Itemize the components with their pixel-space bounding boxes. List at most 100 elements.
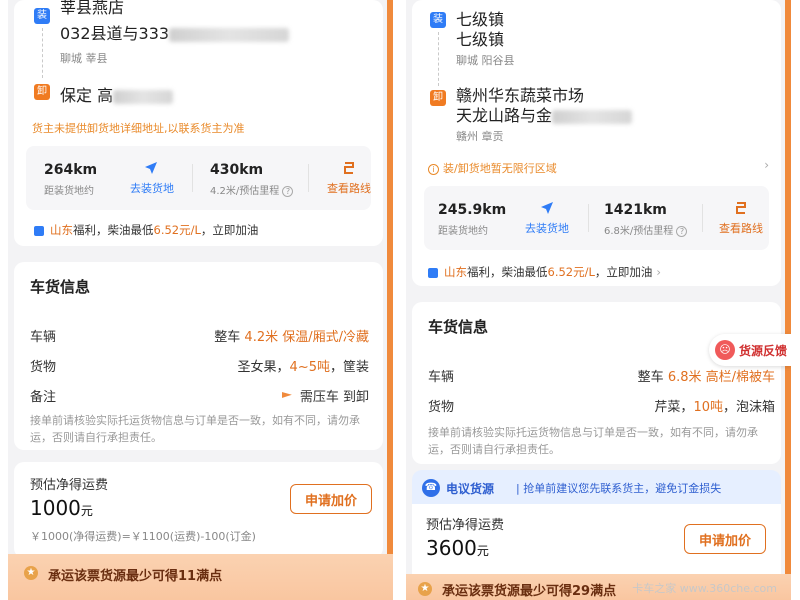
blurred-address — [169, 27, 290, 42]
fuel-promo[interactable]: 山东福利，柴油最低6.52元/L，立即加油 — [34, 222, 258, 238]
fuel-icon — [428, 267, 438, 278]
vehicle-value: 整车 6.8米 高栏/棉被车 — [638, 366, 775, 385]
goods-weight: 4~5吨 — [289, 360, 330, 375]
promo-text: 福利，柴油最低 — [467, 265, 548, 279]
reward-text: 承运该票货源最少可得29满点 — [442, 584, 617, 599]
watermark: 卡车之家 www.360che.com — [632, 582, 777, 595]
navigate-icon — [144, 160, 158, 179]
remark-value: 需压车 到卸 — [281, 386, 369, 405]
divider — [702, 204, 703, 232]
unload-tag-icon: 卸 — [430, 90, 446, 106]
check-notice: 接单前请核验实际托运货物信息与订单是否一致，如有不同，请勿承运，否则请自行承担责… — [30, 414, 360, 444]
price-value: 3600元 — [426, 536, 489, 560]
vehicle-label: 车辆 — [428, 370, 455, 385]
apply-raise-button[interactable]: 申请加价 — [684, 524, 766, 554]
unload-tag-icon: 卸 — [34, 84, 50, 100]
remark-label: 备注 — [30, 390, 57, 405]
total-distance-value: 1421km — [604, 202, 667, 218]
price-formula: ￥1000(净得运费)=￥1100(运费)-100(订金) — [30, 530, 256, 543]
total-distance-label: 4.2米/预估里程 ? — [210, 182, 294, 197]
route-icon — [342, 160, 356, 179]
promo-region: 山东 — [444, 265, 467, 279]
go-to-load-button[interactable]: 去装货地 — [124, 180, 180, 196]
unload-notice: 货主未提供卸货地详细地址,以联系货主为准 — [32, 122, 245, 135]
promo-price: 6.52元/L — [153, 223, 201, 237]
unload-address-text: 保定 高 — [60, 86, 114, 105]
reward-text: 承运该票货源最少可得11满点 — [48, 569, 223, 584]
star-icon: ★ — [24, 566, 38, 580]
vehicle-spec: 4.2米 保温/厢式/冷藏 — [244, 330, 369, 345]
blurred-address — [552, 109, 633, 124]
goods-packaging: ，泡沫箱 — [722, 400, 775, 415]
goods-packaging: ，筐装 — [329, 360, 369, 375]
total-distance-text: 4.2米/预估里程 — [210, 186, 280, 197]
total-distance-value: 430km — [210, 162, 264, 178]
view-route-button[interactable]: 查看路线 — [322, 180, 376, 196]
unload-address-text: 天龙山路与金 — [456, 106, 553, 125]
promo-action: ，立即加油 — [594, 265, 653, 279]
promo-region: 山东 — [50, 223, 73, 237]
load-region: 聊城 阳谷县 — [456, 54, 515, 67]
help-icon[interactable]: ? — [676, 226, 688, 237]
load-address-text: 032县道与333 — [60, 24, 170, 43]
left-screenshot-panel: 装 莘县燕店 032县道与333 聊城 莘县 卸 保定 高 货主未提供卸货地详细… — [8, 0, 393, 600]
total-distance-text: 6.8米/预估里程 — [604, 226, 674, 237]
info-icon: i — [428, 163, 439, 175]
distance-label: 距装货地约 — [438, 226, 488, 237]
distance-value: 264km — [44, 162, 98, 178]
reward-bar[interactable]: ★ 承运该票货源最少可得11满点 — [8, 554, 393, 600]
banner-text: | 抢单前建议您先联系货主，避免订金损失 — [516, 482, 722, 495]
restrict-notice[interactable]: i 装/卸货地暂无限行区域 — [428, 160, 557, 176]
promo-action: ，立即加油 — [200, 223, 259, 237]
edge-stripe — [785, 0, 791, 600]
price-unit: 元 — [80, 504, 93, 518]
go-to-load-button[interactable]: 去装货地 — [518, 220, 576, 236]
distance-label: 距装货地约 — [44, 186, 94, 197]
apply-raise-button[interactable]: 申请加价 — [290, 484, 372, 514]
total-distance-label: 6.8米/预估里程 ? — [604, 222, 688, 237]
load-address-line1: 莘县燕店 — [60, 0, 125, 17]
goods-label: 货物 — [30, 360, 57, 375]
fuel-promo[interactable]: 山东福利，柴油最低6.52元/L，立即加油 › — [428, 264, 661, 280]
price-amount: 1000 — [30, 496, 81, 520]
unload-address-line2: 天龙山路与金 — [456, 102, 633, 126]
distance-value: 245.9km — [438, 202, 507, 218]
help-icon[interactable]: ? — [282, 186, 294, 197]
route-icon — [734, 200, 748, 219]
unload-region: 赣州 章贡 — [456, 130, 504, 143]
load-address-line2: 032县道与333 — [60, 20, 290, 44]
star-icon: ★ — [418, 582, 432, 596]
price-amount: 3600 — [426, 536, 477, 560]
goods-value: 芹菜，10吨，泡沫箱 — [654, 396, 775, 415]
vehicle-type: 整车 — [214, 330, 245, 345]
feedback-button[interactable]: ☹ 货源反馈 — [709, 334, 791, 366]
restrict-text: 装/卸货地暂无限行区域 — [443, 162, 557, 175]
chevron-right-icon[interactable]: › — [764, 158, 769, 172]
feedback-label: 货源反馈 — [739, 344, 788, 358]
price-label: 预估净得运费 — [30, 478, 109, 493]
route-dash — [42, 28, 43, 78]
vehicle-spec: 6.8米 高栏/棉被车 — [667, 370, 775, 385]
route-card: 装 七级镇 七级镇 聊城 阳谷县 卸 赣州华东蔬菜市场 天龙山路与金 赣州 章贡… — [412, 0, 781, 286]
section-title: 车货信息 — [30, 278, 91, 296]
sad-face-icon: ☹ — [715, 340, 735, 360]
edge-stripe — [387, 0, 393, 600]
goods-info-card: 车货信息 车辆 整车 4.2米 保温/厢式/冷藏 货物 圣女果，4~5吨，筐装 … — [14, 262, 383, 450]
check-notice: 接单前请核验实际托运货物信息与订单是否一致，如有不同，请勿承运，否则请自行承担责… — [428, 426, 758, 456]
price-label: 预估净得运费 — [426, 518, 505, 533]
price-value: 1000元 — [30, 496, 93, 520]
load-tag-icon: 装 — [34, 8, 50, 24]
flag-icon — [281, 392, 292, 399]
promo-price: 6.52元/L — [547, 265, 595, 279]
goods-name: 圣女果， — [237, 360, 290, 375]
goods-weight: 10吨 — [693, 400, 723, 415]
phone-icon: ☎ — [422, 479, 440, 497]
vehicle-label: 车辆 — [30, 330, 57, 345]
price-card: 预估净得运费 1000元 申请加价 ￥1000(净得运费)=￥1100(运费)-… — [14, 462, 383, 558]
vehicle-value: 整车 4.2米 保温/厢式/冷藏 — [214, 326, 369, 345]
load-tag-icon: 装 — [430, 12, 446, 28]
view-route-button[interactable]: 查看路线 — [714, 220, 768, 236]
price-card: 预估净得运费 3600元 申请加价 — [412, 504, 781, 574]
divider — [192, 164, 193, 192]
goods-info-card: 车货信息 车辆 整车 6.8米 高栏/棉被车 货物 芹菜，10吨，泡沫箱 接单前… — [412, 302, 781, 464]
